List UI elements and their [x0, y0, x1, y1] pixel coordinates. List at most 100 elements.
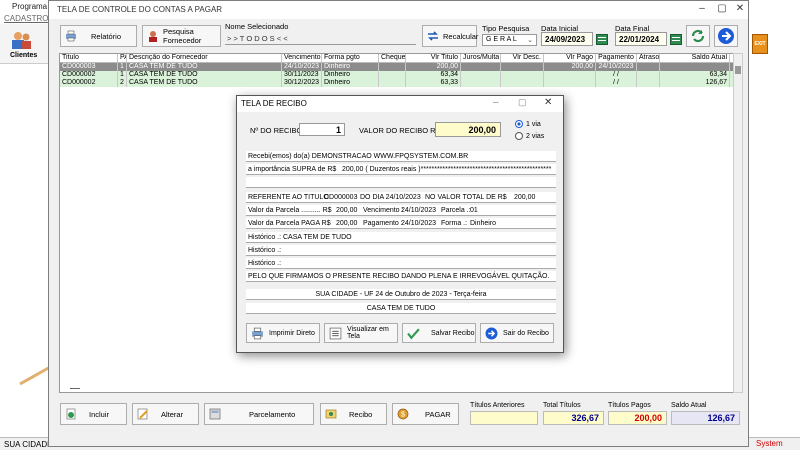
column-header[interactable]: Juros/Multa: [461, 54, 501, 62]
table-row[interactable]: CD000002 2 CASA TEM DE TUDO 30/12/2023 Dinhe…: [60, 79, 733, 87]
next-button[interactable]: [714, 25, 738, 47]
maximize-icon[interactable]: ▢: [714, 3, 730, 17]
column-header[interactable]: Vlr Desc.: [501, 54, 544, 62]
dialog-title-bar: TELA DE RECIBO: [237, 96, 563, 112]
scroll-thumb[interactable]: [735, 66, 741, 74]
historico-3-line[interactable]: Histórico .:: [246, 258, 556, 269]
blank-line[interactable]: [246, 177, 556, 188]
via-2-radio[interactable]: 2 vias: [515, 132, 544, 140]
table-cell: Dinheiro: [322, 79, 379, 87]
table-cell: 30/12/2023: [282, 79, 322, 87]
calendar-icon[interactable]: [670, 33, 682, 45]
table-row[interactable]: CD000002 1 CASA TEM DE TUDO 30/11/2023 Dinhe…: [60, 71, 733, 79]
refresh-button[interactable]: [686, 25, 710, 47]
maximize-icon[interactable]: ▢: [518, 97, 527, 108]
column-header[interactable]: Vlr Titulo: [406, 54, 461, 62]
via-1-radio[interactable]: 1 via: [515, 120, 541, 128]
recalcular-button[interactable]: Recalcular: [422, 25, 479, 47]
valor-parcela-label: Valor da Parcela .......... R$: [248, 207, 332, 214]
table-cell: CASA TEM DE TUDO: [127, 79, 282, 87]
table-cell: 1: [118, 71, 127, 79]
sair-recibo-button[interactable]: Sair do Recibo: [480, 323, 554, 343]
vertical-scrollbar[interactable]: [733, 53, 743, 393]
table-cell: [544, 71, 596, 79]
table-header: TituloPADescrição do FornecedorVenciment…: [60, 54, 733, 63]
alterar-label: Alterar: [161, 409, 184, 419]
referente-dia: DO DIA 24/10/2023: [360, 194, 421, 201]
salvar-recibo-label: Salvar Recibo: [431, 329, 475, 337]
window-title: TELA DE CONTROLE DO CONTAS A PAGAR: [57, 5, 223, 14]
data-inicial-field[interactable]: 24/09/2023: [541, 32, 593, 46]
pagar-button[interactable]: $ PAGAR: [392, 403, 459, 425]
referente-line[interactable]: REFERENTE AO TITULO CD000003 DO DIA 24/1…: [246, 192, 556, 203]
salvar-recibo-button[interactable]: Salvar Recibo: [402, 323, 476, 343]
hscroll-thumb[interactable]: [70, 388, 80, 389]
preview-icon: [329, 327, 342, 339]
column-header[interactable]: Descrição do Fornecedor: [127, 54, 282, 62]
n-recibo-field[interactable]: 1: [299, 123, 345, 136]
minimize-icon[interactable]: –: [493, 97, 499, 108]
add-document-icon: [66, 408, 76, 420]
table-cell: 63,34: [406, 71, 461, 79]
pesquisa-fornecedor-button[interactable]: Pesquisa Fornecedor: [142, 25, 221, 47]
alterar-button[interactable]: Alterar: [132, 403, 199, 425]
minimize-icon[interactable]: –: [694, 3, 710, 17]
table-cell: [379, 63, 406, 71]
tipo-pesquisa-value: G E R A L: [486, 36, 517, 43]
importancia-line[interactable]: a importância SUPRA de R$ 200,00 ( Duzen…: [246, 164, 556, 175]
historico-2-line[interactable]: Histórico .:: [246, 245, 556, 256]
exit-circle-icon: [485, 327, 498, 339]
table-cell: CD000002: [60, 71, 118, 79]
incluir-button[interactable]: Incluir: [60, 403, 127, 425]
nome-selecionado-label: Nome Selecionado: [225, 22, 289, 31]
recalcular-label: Recalcular: [443, 31, 479, 41]
table-cell: [637, 79, 660, 87]
table-cell: [660, 63, 730, 71]
valor-paga-line[interactable]: Valor da Parcela PAGA R$ 200,00 Pagament…: [246, 218, 556, 229]
column-header[interactable]: Saldo Atual: [660, 54, 730, 62]
recebemos-line[interactable]: Recebi(emos) do(a) DEMONSTRACAO WWW.FPQS…: [246, 151, 556, 162]
close-icon[interactable]: ✕: [544, 97, 552, 108]
valor-parcela-line[interactable]: Valor da Parcela .......... R$ 200,00 Ve…: [246, 205, 556, 216]
column-header[interactable]: PA: [118, 54, 127, 62]
declaracao-line[interactable]: PELO QUE FIRMAMOS O PRESENTE RECIBO DAND…: [246, 271, 556, 282]
column-header[interactable]: Vencimento: [282, 54, 322, 62]
swap-arrows-icon: [428, 31, 438, 41]
calendar-icon[interactable]: [596, 33, 608, 45]
table-cell: / /: [596, 79, 637, 87]
vencimento-value: 24/10/2023: [401, 207, 437, 214]
relatorio-button[interactable]: Relatório: [60, 25, 137, 47]
column-header[interactable]: Titulo: [60, 54, 118, 62]
column-header[interactable]: Vlr Pago: [544, 54, 596, 62]
visualizar-tela-button[interactable]: Visualizar em Tela: [324, 323, 398, 343]
column-header[interactable]: Forma pgto: [322, 54, 379, 62]
column-header[interactable]: Cheque: [379, 54, 406, 62]
tipo-pesquisa-label: Tipo Pesquisa: [482, 24, 530, 33]
close-icon[interactable]: ✕: [732, 3, 748, 17]
historico-1-text: Histórico .: CASA TEM DE TUDO: [248, 234, 352, 241]
cidade-data-line[interactable]: SUA CIDADE - UF 24 de Outubro de 2023 - …: [246, 289, 556, 300]
historico-3-text: Histórico .:: [248, 260, 282, 267]
clientes-label: Clientes: [10, 52, 38, 59]
printer-icon: [66, 30, 76, 42]
exit-icon[interactable]: EXIT: [752, 34, 768, 54]
recibo-label: Recibo: [349, 409, 373, 419]
recibo-button[interactable]: Recibo: [320, 403, 387, 425]
tipo-pesquisa-select[interactable]: G E R A L ⌄: [482, 34, 537, 46]
empresa-line[interactable]: CASA TEM DE TUDO: [246, 303, 556, 314]
total-titulos-value: 326,67: [543, 411, 604, 425]
column-header[interactable]: Atraso: [637, 54, 660, 62]
pesquisa-fornecedor-label: Pesquisa Fornecedor: [163, 27, 202, 45]
imprimir-direto-button[interactable]: Imprimir Direto: [246, 323, 320, 343]
check-icon: [407, 327, 420, 340]
nome-selecionado-field[interactable]: > > T O D O S < <: [225, 32, 416, 45]
historico-1-line[interactable]: Histórico .: CASA TEM DE TUDO: [246, 232, 556, 243]
referente-titulo: CD000003: [324, 194, 358, 201]
valor-recibo-field[interactable]: 200,00: [435, 122, 501, 137]
column-header[interactable]: Pagamento: [596, 54, 637, 62]
clientes-icon[interactable]: [10, 30, 32, 50]
table-row[interactable]: CD000003 1 CASA TEM DE TUDO 24/10/2023 Dinhe…: [60, 63, 733, 71]
table-cell: Dinheiro: [322, 63, 379, 71]
data-final-field[interactable]: 22/01/2024: [615, 32, 667, 46]
parcelamento-button[interactable]: Parcelamento: [204, 403, 314, 425]
